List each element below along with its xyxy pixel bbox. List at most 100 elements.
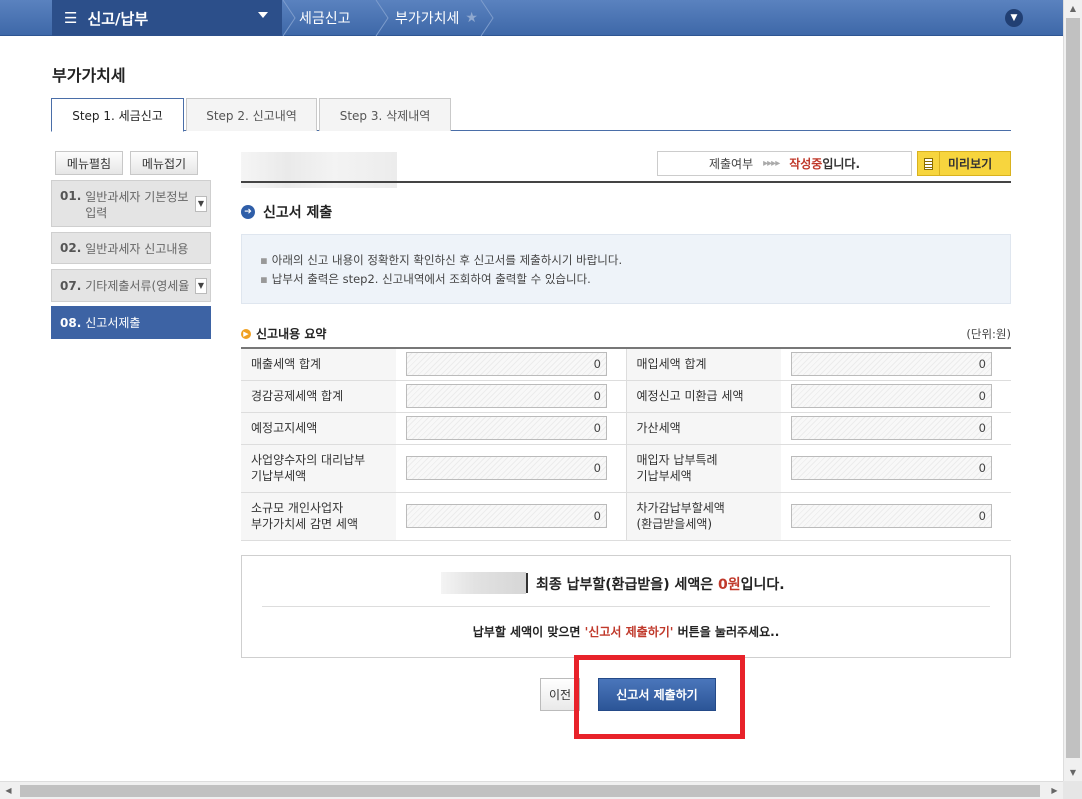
status-label: 제출여부 xyxy=(708,157,754,171)
notice-box: ▪ 아래의 신고 내용이 정확한지 확인하신 후 신고서를 제출하시기 바랍니다.… xyxy=(241,234,1011,304)
summary-label: 매입세액 합계 xyxy=(625,348,781,381)
final-amount-message: 최종 납부할(환급받을) 세액은 0원입니다. xyxy=(536,574,785,594)
summary-label-line2: 기납부세액 xyxy=(251,469,307,483)
highlight-box xyxy=(574,655,745,739)
scroll-left-icon[interactable]: ◀ xyxy=(0,782,17,799)
summary-value-field: 0 xyxy=(406,456,607,480)
summary-value-cell: 0 xyxy=(396,444,626,493)
summary-label: 매출세액 합계 xyxy=(241,348,396,381)
sidebar-item-label: 신고서제출 xyxy=(85,316,141,330)
sidebar-item-other-docs[interactable]: 07. 기타제출서류(영세율 ▼ xyxy=(51,269,211,302)
sidebar-item-number: 08. xyxy=(60,315,82,330)
summary-value-cell: 0 xyxy=(781,380,1011,413)
caret-down-icon xyxy=(258,12,268,18)
summary-value-cell: 0 xyxy=(781,492,1011,541)
final-amount-box: 최종 납부할(환급받을) 세액은 0원입니다. 납부할 세액이 맞으면 '신고서… xyxy=(241,555,1011,658)
sidebar-item-label: 일반과세자 기본정보 입력 xyxy=(85,189,188,221)
top-nav: ☰ 신고/납부 세금신고 부가가치세 ★ ▼ xyxy=(0,0,1063,37)
scroll-thumb[interactable] xyxy=(1066,18,1080,758)
table-row: 매출세액 합계 0 매입세액 합계 0 xyxy=(241,348,1011,381)
notice-text: 아래의 신고 내용이 정확한지 확인하신 후 신고서를 제출하시기 바랍니다. xyxy=(271,253,623,267)
nav-menu-dropdown[interactable]: ☰ 신고/납부 xyxy=(52,0,282,36)
scroll-up-icon[interactable]: ▲ xyxy=(1064,0,1082,17)
submit-guide: 납부할 세액이 맞으면 '신고서 제출하기' 버튼을 눌러주세요.. xyxy=(242,623,1010,640)
star-icon[interactable]: ★ xyxy=(465,10,478,26)
summary-label: 경감공제세액 합계 xyxy=(241,380,396,413)
menu-expand-button[interactable]: 메뉴펼침 xyxy=(55,151,123,175)
table-row: 사업양수자의 대리납부기납부세액 0 매입자 납부특례 기납부세액 0 xyxy=(241,444,1011,493)
final-amount: 0원 xyxy=(717,577,741,593)
step-tabs: Step 1. 세금신고 Step 2. 신고내역 Step 3. 삭제내역 xyxy=(51,98,1011,132)
sidebar-item-label-line2: 입력 xyxy=(85,206,108,220)
sidebar-item-label-line1: 일반과세자 기본정보 xyxy=(85,190,189,204)
divider-bar xyxy=(526,573,528,593)
divider xyxy=(262,606,990,607)
guide-pre: 납부할 세액이 맞으면 xyxy=(472,625,585,639)
scrollbar-corner xyxy=(1063,781,1082,799)
summary-label: 매입자 납부특례 기납부세액 xyxy=(625,444,781,493)
summary-label: 가산세액 xyxy=(625,412,781,445)
sidebar-item-number: 07. xyxy=(60,278,82,293)
preview-label: 미리보기 xyxy=(948,157,993,171)
menu-collapse-button[interactable]: 메뉴접기 xyxy=(130,151,198,175)
summary-label: 소규모 개인사업자 부가가치세 감면 세액 xyxy=(241,492,396,541)
horizontal-scrollbar[interactable]: ◀ ▶ xyxy=(0,781,1063,799)
tab-step1[interactable]: Step 1. 세금신고 xyxy=(51,98,184,132)
breadcrumb-separator xyxy=(282,0,296,37)
summary-label-line1: 사업양수자의 대리납부 xyxy=(251,453,366,467)
summary-value-cell: 0 xyxy=(396,492,626,541)
arrow-circle-icon: ➔ xyxy=(241,205,255,219)
chevron-down-icon[interactable]: ▼ xyxy=(195,195,207,212)
scroll-right-icon[interactable]: ▶ xyxy=(1046,782,1063,799)
summary-title: ▶ 신고내용 요약 xyxy=(241,325,326,342)
summary-value-field: 0 xyxy=(406,352,607,377)
summary-value-cell: 0 xyxy=(396,348,626,381)
breadcrumb-item[interactable]: 세금신고 xyxy=(299,0,351,36)
summary-value-cell: 0 xyxy=(781,444,1011,493)
arrows-icon: ▸▸▸▸ xyxy=(763,158,780,169)
guide-post: 버튼을 눌러주세요.. xyxy=(673,625,780,639)
submission-status: 제출여부 ▸▸▸▸ 작성중 입니다. xyxy=(657,151,912,176)
summary-value-field: 0 xyxy=(791,352,992,377)
sidebar-item-submit[interactable]: 08. 신고서제출 xyxy=(51,306,211,339)
tab-step2[interactable]: Step 2. 신고내역 xyxy=(186,98,317,131)
guide-quote: '신고서 제출하기' xyxy=(584,625,674,639)
scroll-down-icon[interactable]: ▼ xyxy=(1064,764,1082,781)
summary-value-field: 0 xyxy=(791,456,992,480)
bullet-icon: ▪ xyxy=(260,253,268,267)
sidebar-item-label: 일반과세자 신고내용 xyxy=(85,241,189,256)
vertical-scrollbar[interactable]: ▲ ▼ xyxy=(1063,0,1082,781)
summary-table: 매출세액 합계 0 매입세액 합계 0 경감공제세액 합계 0 예정신고 미환급… xyxy=(241,347,1011,541)
summary-label: 차가감납부할세액 (환급받을세액) xyxy=(625,492,781,541)
scroll-thumb[interactable] xyxy=(20,785,1040,797)
preview-button[interactable]: 미리보기 xyxy=(917,151,1011,176)
chevron-down-icon[interactable]: ▼ xyxy=(1005,9,1023,27)
breadcrumb-separator xyxy=(480,0,494,37)
status-state: 작성중 xyxy=(789,157,823,171)
summary-value-field: 0 xyxy=(791,504,992,528)
chevron-down-icon[interactable]: ▼ xyxy=(195,277,207,294)
hamburger-icon: ☰ xyxy=(64,9,78,27)
final-message-pre: 최종 납부할(환급받을) 세액은 xyxy=(536,577,718,593)
page: ☰ 신고/납부 세금신고 부가가치세 ★ ▼ 부가가치세 Step 1. 세금신… xyxy=(0,0,1063,781)
summary-label-line1: 차가감납부할세액 xyxy=(636,501,725,515)
sidebar-item-basic-info[interactable]: 01. 일반과세자 기본정보 입력 ▼ xyxy=(51,180,211,227)
sidebar-item-report-content[interactable]: 02. 일반과세자 신고내용 xyxy=(51,232,211,264)
section-title-text: 신고서 제출 xyxy=(263,205,333,221)
bullet-icon: ▪ xyxy=(260,272,268,286)
unit-label: (단위:원) xyxy=(966,327,1011,341)
sidebar-item-number: 01. xyxy=(60,189,82,203)
summary-label: 사업양수자의 대리납부기납부세액 xyxy=(241,444,396,493)
sidebar-item-number: 02. xyxy=(60,241,82,255)
summary-value-field: 0 xyxy=(406,416,607,440)
notice-text: 납부서 출력은 step2. 신고내역에서 조회하여 출력할 수 있습니다. xyxy=(271,272,591,286)
arrow-circle-icon: ▶ xyxy=(241,328,251,339)
redacted-area xyxy=(441,572,526,594)
breadcrumb-current[interactable]: 부가가치세 ★ xyxy=(395,0,478,36)
nav-menu-label: 신고/납부 xyxy=(87,9,149,28)
tab-step3[interactable]: Step 3. 삭제내역 xyxy=(319,98,451,131)
section-title: ➔ 신고서 제출 xyxy=(241,202,332,222)
summary-value-cell: 0 xyxy=(781,412,1011,445)
summary-label-line2: 부가가치세 감면 세액 xyxy=(251,517,358,531)
notice-line: ▪ 납부서 출력은 step2. 신고내역에서 조회하여 출력할 수 있습니다. xyxy=(260,270,1010,289)
